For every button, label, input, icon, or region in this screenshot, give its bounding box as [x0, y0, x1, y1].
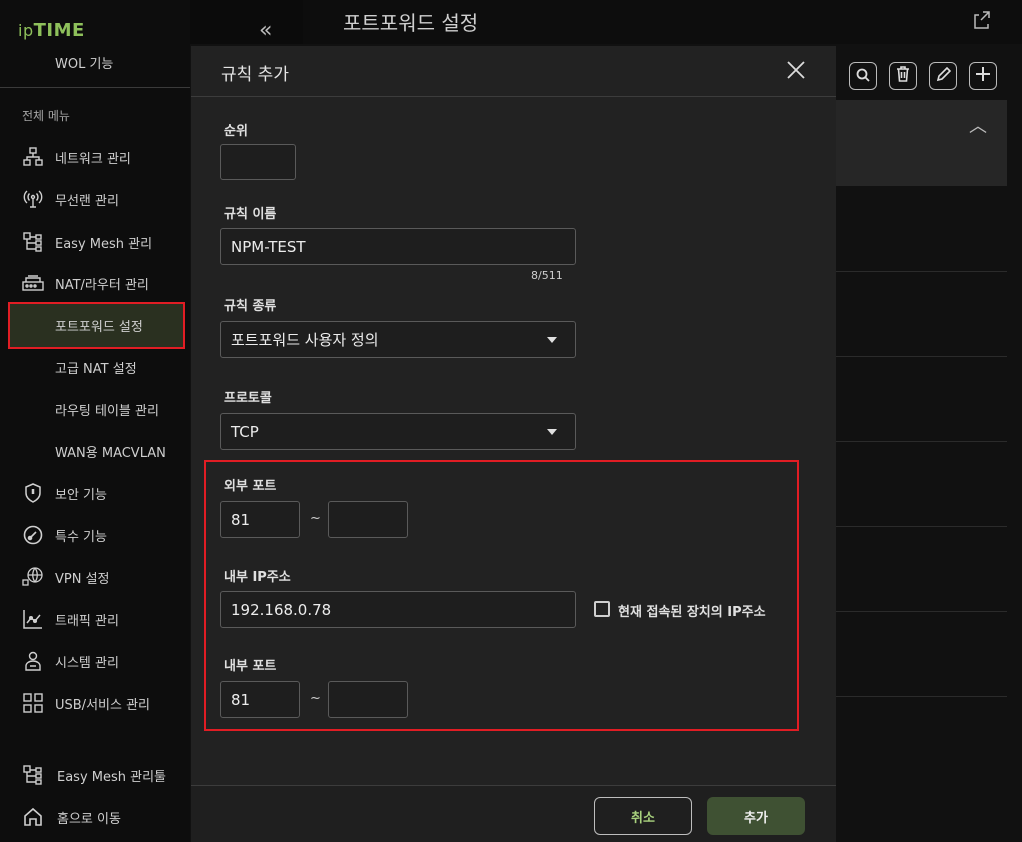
table-row-divider: [835, 441, 1007, 442]
internal-ip-label: 내부 IP주소: [224, 570, 291, 585]
dialog-header: 규칙 추가: [191, 46, 836, 97]
sidebar-item-wol[interactable]: WOL 기능: [0, 48, 190, 76]
home-icon: [22, 806, 44, 828]
sidebar-item-system[interactable]: 시스템 관리: [0, 647, 190, 675]
order-input[interactable]: [220, 144, 296, 180]
usb-icon: [22, 692, 44, 714]
internal-port-label: 내부 포트: [224, 659, 277, 674]
dropdown-arrow-icon: [547, 429, 557, 435]
edit-button[interactable]: [929, 62, 957, 90]
table-row-divider: [835, 696, 1007, 697]
sidebar-item-nat-router[interactable]: NAT/라우터 관리: [0, 269, 190, 297]
dialog-footer: 취소 추가: [191, 785, 836, 842]
plus-icon: [975, 66, 991, 86]
external-port-start-input[interactable]: 81: [220, 501, 300, 538]
rule-type-value: 포트포워드 사용자 정의: [231, 331, 379, 349]
add-rule-button[interactable]: [969, 62, 997, 90]
order-label: 순위: [224, 124, 248, 139]
gauge-icon: [22, 524, 44, 546]
sidebar-section-label: 전체 메뉴: [22, 109, 70, 123]
sidebar-item-traffic[interactable]: 트래픽 관리: [0, 605, 190, 633]
dropdown-arrow-icon: [547, 337, 557, 343]
sidebar-item-routing-table[interactable]: 라우팅 테이블 관리: [0, 395, 190, 423]
protocol-select[interactable]: TCP: [220, 413, 576, 450]
sidebar-item-wan-macvlan[interactable]: WAN용 MACVLAN: [0, 437, 190, 465]
rules-panel-header: ︿: [835, 100, 1007, 186]
pencil-icon: [936, 66, 951, 86]
protocol-label: 프로토콜: [224, 391, 272, 406]
page-title: 포트포워드 설정: [343, 11, 479, 35]
shield-icon: [22, 482, 44, 504]
rule-type-label: 규칙 종류: [224, 299, 277, 314]
internal-port-start-input[interactable]: 81: [220, 681, 300, 718]
mesh-icon: [22, 231, 44, 253]
add-rule-dialog: 규칙 추가 순위 규칙 이름 NPM-TEST 8/511 규칙 종류 포트포워…: [191, 46, 836, 842]
sidebar-item-security[interactable]: 보안 기능: [0, 479, 190, 507]
double-chevron-left-icon[interactable]: «: [259, 18, 272, 43]
wireless-icon: [22, 188, 44, 210]
rule-name-label: 규칙 이름: [224, 207, 277, 222]
rule-name-char-counter: 8/511: [531, 269, 563, 282]
sidebar-item-network[interactable]: 네트워크 관리: [0, 143, 190, 171]
current-device-ip-label[interactable]: 현재 접속된 장치의 IP주소: [618, 601, 766, 620]
sidebar-item-advanced-nat[interactable]: 고급 NAT 설정: [0, 353, 190, 381]
sidebar-item-special[interactable]: 특수 기능: [0, 521, 190, 549]
cancel-button[interactable]: 취소: [594, 797, 692, 835]
iptime-logo[interactable]: ipTIME: [18, 20, 85, 41]
rule-type-select[interactable]: 포트포워드 사용자 정의: [220, 321, 576, 358]
add-button[interactable]: 추가: [707, 797, 805, 835]
system-icon: [22, 650, 44, 672]
table-row-divider: [835, 611, 1007, 612]
globe-icon: [22, 566, 44, 588]
close-icon[interactable]: [785, 59, 807, 81]
range-separator: ~: [310, 511, 321, 526]
trash-icon: [896, 66, 910, 86]
sidebar-item-vpn[interactable]: VPN 설정: [0, 563, 190, 591]
table-row-divider: [835, 271, 1007, 272]
rule-name-input[interactable]: NPM-TEST: [220, 228, 576, 265]
range-separator: ~: [310, 691, 321, 706]
router-icon: [22, 272, 44, 294]
chevron-up-icon[interactable]: ︿: [969, 112, 987, 138]
table-row-divider: [835, 526, 1007, 527]
current-device-ip-checkbox[interactable]: [594, 601, 610, 617]
chart-icon: [22, 608, 44, 630]
external-port-end-input[interactable]: [328, 501, 408, 538]
sidebar-item-home[interactable]: 홈으로 이동: [0, 803, 190, 831]
sidebar-item-port-forward[interactable]: 포트포워드 설정: [0, 311, 190, 339]
search-icon: [856, 67, 870, 86]
sidebar-item-wireless[interactable]: 무선랜 관리: [0, 185, 190, 213]
dialog-title: 규칙 추가: [221, 65, 289, 85]
sidebar-item-usb[interactable]: USB/서비스 관리: [0, 689, 190, 717]
external-port-label: 외부 포트: [224, 479, 277, 494]
internal-port-end-input[interactable]: [328, 681, 408, 718]
protocol-value: TCP: [231, 422, 259, 441]
sidebar-item-easy-mesh-tool[interactable]: Easy Mesh 관리툴: [0, 761, 190, 789]
sidebar: ipTIME WOL 기능 전체 메뉴 네트워크 관리 무선랜 관리 Easy …: [0, 0, 190, 842]
delete-button[interactable]: [889, 62, 917, 90]
table-row-divider: [835, 356, 1007, 357]
search-button[interactable]: [849, 62, 877, 90]
mesh-tool-icon: [22, 764, 44, 786]
sidebar-divider: [0, 87, 190, 88]
network-icon: [22, 146, 44, 168]
internal-ip-input[interactable]: 192.168.0.78: [220, 591, 576, 628]
sidebar-item-easy-mesh[interactable]: Easy Mesh 관리: [0, 228, 190, 256]
share-icon[interactable]: [972, 10, 992, 30]
